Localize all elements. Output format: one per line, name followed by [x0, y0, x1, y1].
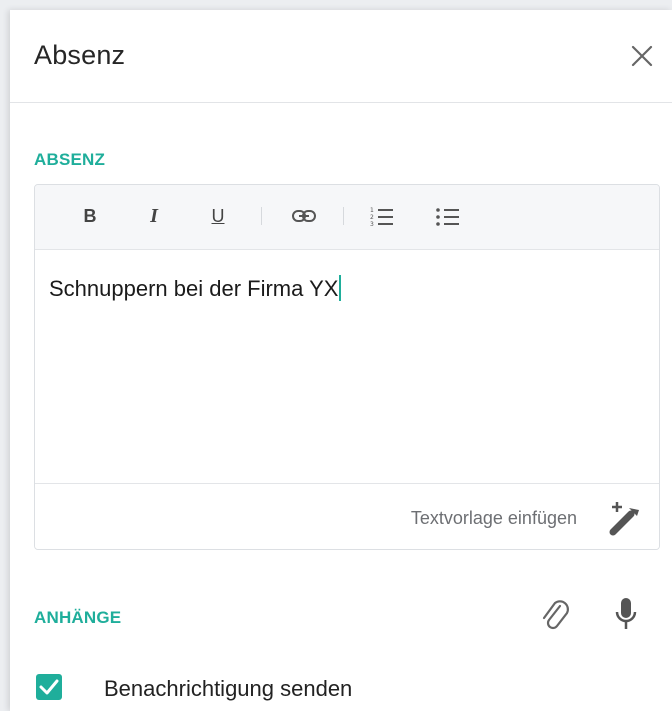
bold-button[interactable]: B [79, 201, 101, 231]
insert-template-label[interactable]: Textvorlage einfügen [411, 508, 577, 529]
magic-wand-icon[interactable] [605, 498, 645, 538]
toolbar-divider [343, 207, 344, 225]
editor-content[interactable]: Schnuppern bei der Firma YX [49, 275, 342, 302]
underline-button[interactable]: U [207, 201, 229, 231]
bullet-list-icon[interactable] [433, 201, 463, 231]
italic-button[interactable]: I [143, 201, 165, 231]
svg-text:3: 3 [370, 221, 374, 227]
editor-footer: Textvorlage einfügen [35, 483, 659, 549]
editor-text: Schnuppern bei der Firma YX [49, 276, 339, 301]
text-caret [339, 275, 342, 301]
paperclip-icon[interactable] [538, 596, 574, 636]
panel-title: Absenz [34, 40, 126, 70]
checkmark-icon [39, 679, 59, 695]
attachments-section-label: ANHÄNGE [34, 608, 122, 627]
absence-section-label: ABSENZ [34, 150, 106, 169]
notification-checkbox[interactable] [36, 674, 62, 700]
microphone-icon[interactable] [610, 594, 642, 636]
svg-text:1: 1 [370, 207, 374, 214]
absence-panel: Absenz ABSENZ B I U 1 2 3 Schnuppern bei… [10, 10, 672, 711]
toolbar-divider [261, 207, 262, 225]
notification-label[interactable]: Benachrichtigung senden [104, 676, 352, 702]
ordered-list-icon[interactable]: 1 2 3 [367, 201, 397, 231]
link-icon[interactable] [287, 201, 321, 231]
panel-header: Absenz [10, 10, 672, 103]
close-icon[interactable] [626, 40, 658, 72]
svg-text:2: 2 [370, 214, 374, 221]
rich-text-editor: B I U 1 2 3 Schnuppern bei der Firma YX … [34, 184, 660, 550]
editor-toolbar: B I U 1 2 3 [35, 185, 659, 250]
